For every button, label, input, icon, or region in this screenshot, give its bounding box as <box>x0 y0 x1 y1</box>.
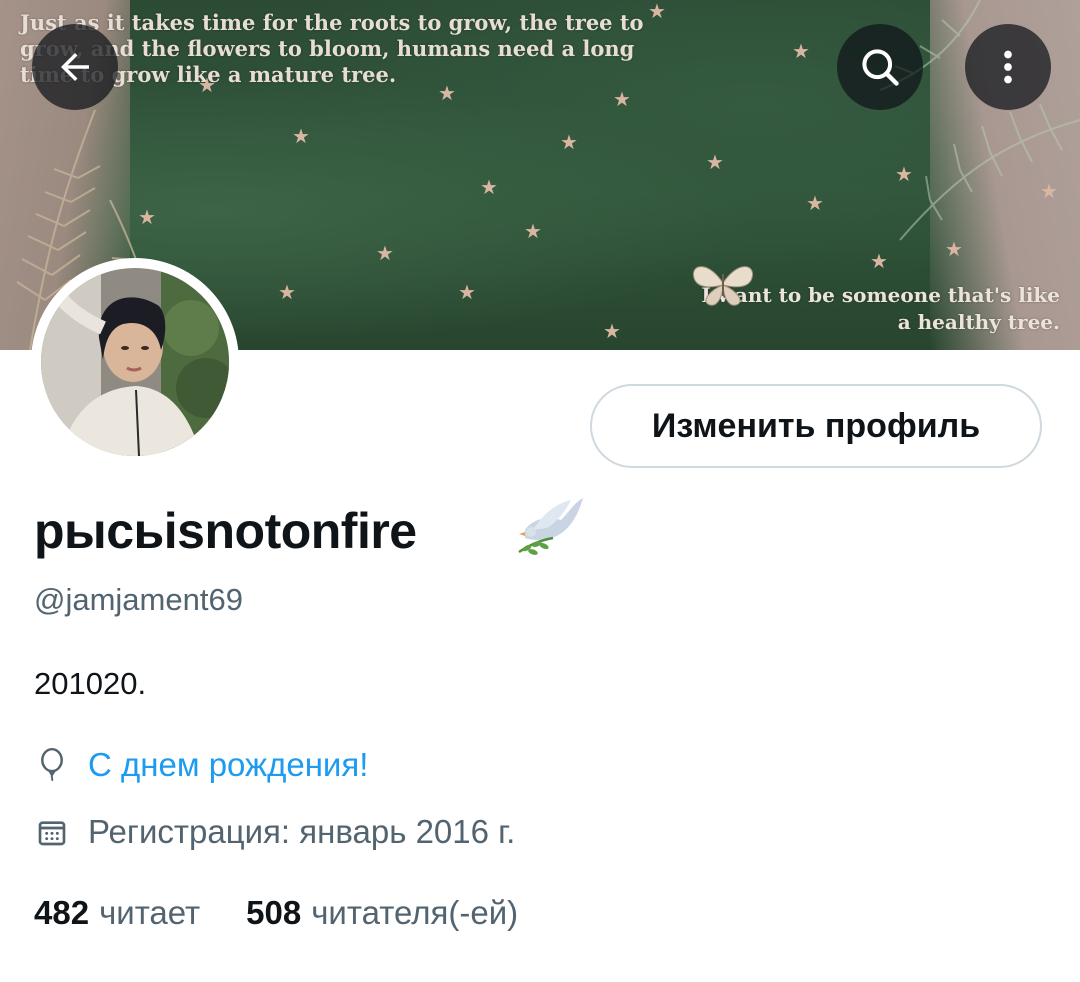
edit-profile-button[interactable]: Изменить профиль <box>590 384 1042 468</box>
star-icon: ★ <box>870 251 888 273</box>
star-icon: ★ <box>945 239 963 261</box>
search-icon <box>862 49 899 86</box>
star-icon: ★ <box>706 152 724 174</box>
butterfly-icon <box>692 266 754 306</box>
following-link[interactable]: 482 читает <box>34 893 200 933</box>
star-icon: ★ <box>138 207 156 229</box>
star-icon: ★ <box>198 75 216 97</box>
joined-date-text: Регистрация: январь 2016 г. <box>88 813 516 850</box>
user-handle: @jamjament69 <box>34 582 243 617</box>
arrow-left-icon <box>61 53 89 81</box>
back-button[interactable] <box>32 24 118 110</box>
star-icon: ★ <box>648 1 666 23</box>
more-options-button[interactable] <box>965 24 1051 110</box>
avatar-container[interactable] <box>31 258 239 466</box>
star-icon: ★ <box>480 177 498 199</box>
balloon-icon <box>34 747 70 783</box>
star-icon: ★ <box>806 193 824 215</box>
followers-count: 508 <box>246 894 302 931</box>
following-count: 482 <box>34 894 90 931</box>
followers-label: читателя(-ей) <box>311 894 519 931</box>
avatar[interactable] <box>41 268 229 456</box>
birthday-row[interactable]: С днем рождения! <box>34 745 368 785</box>
star-icon: ★ <box>438 83 456 105</box>
birthday-text[interactable]: С днем рождения! <box>88 745 368 785</box>
follow-stats: 482 читает 508 читателя(-ей) <box>34 893 564 933</box>
search-button[interactable] <box>837 24 923 110</box>
calendar-icon <box>34 814 70 850</box>
star-icon: ★ <box>1040 181 1058 203</box>
star-icon: ★ <box>895 164 913 186</box>
star-icon: ★ <box>524 221 542 243</box>
more-vertical-icon <box>1004 50 1012 84</box>
star-icon: ★ <box>278 282 296 304</box>
star-icon: ★ <box>792 41 810 63</box>
avatar-photo <box>41 268 229 456</box>
followers-link[interactable]: 508 читателя(-ей) <box>246 893 518 933</box>
dove-icon <box>518 498 583 555</box>
star-icon: ★ <box>376 243 394 265</box>
following-label: читает <box>99 894 201 931</box>
bio-text: 201020. <box>34 666 147 701</box>
star-icon: ★ <box>292 126 310 148</box>
star-icon: ★ <box>560 132 578 154</box>
star-icon: ★ <box>603 321 621 343</box>
star-icon: ★ <box>613 89 631 111</box>
joined-row: Регистрация: январь 2016 г. <box>34 812 515 852</box>
star-icon: ★ <box>458 282 476 304</box>
display-name: рысьisnotonfire <box>34 503 417 559</box>
